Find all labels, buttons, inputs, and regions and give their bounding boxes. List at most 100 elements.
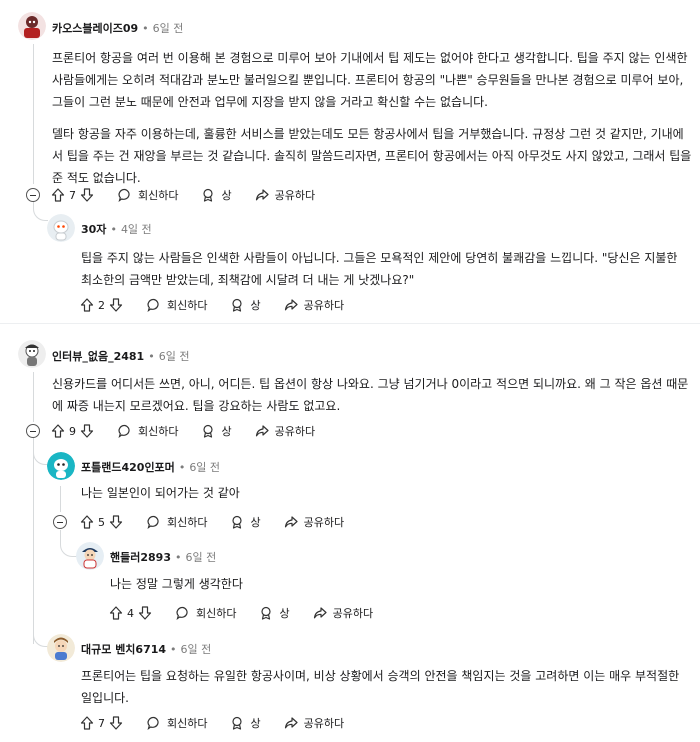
timestamp[interactable]: 6일 전 [153,20,184,36]
award-icon [258,605,274,621]
share-button[interactable]: 공유하다 [283,715,344,731]
comment-body: 나는 일본인이 되어가는 것 같아 [81,482,689,504]
thread-line[interactable] [33,372,34,422]
thread-branch [33,448,48,465]
comment-actions: 5 회신하다 상 공유하다 [79,512,344,532]
thread-line[interactable] [33,44,34,184]
avatar[interactable] [76,542,104,570]
reply-button[interactable]: 회신하다 [146,514,207,530]
award-button[interactable]: 상 [200,423,232,439]
award-label: 상 [250,516,261,529]
comment-paragraph: 나는 일본인이 되어가는 것 같아 [81,486,240,500]
timestamp[interactable]: 4일 전 [121,221,152,237]
collapse-thread-button[interactable] [53,515,67,529]
award-label: 상 [250,717,261,730]
vote-count: 7 [98,716,105,730]
reply-button[interactable]: 회신하다 [146,715,207,731]
timestamp[interactable]: 6일 전 [185,549,216,565]
reply-button[interactable]: 회신하다 [146,297,207,313]
comment-body: 프론티어 항공을 여러 번 이용해 본 경험으로 미루어 보아 기내에서 팁 제… [52,47,692,189]
share-icon [312,605,328,621]
thread-branch [60,530,77,557]
upvote-icon[interactable] [108,605,124,621]
comment-bubble-icon [117,187,133,203]
thread-branch [33,200,48,221]
collapse-thread-button[interactable] [26,424,40,438]
comment-paragraph: 프론티어 항공을 여러 번 이용해 본 경험으로 미루어 보아 기내에서 팁 제… [52,51,688,109]
share-label: 공유하다 [332,607,374,620]
avatar[interactable] [47,634,75,662]
upvote-icon[interactable] [79,514,95,530]
award-icon [229,514,245,530]
upvote-icon[interactable] [79,297,95,313]
share-icon [283,715,299,731]
share-button[interactable]: 공유하다 [283,297,344,313]
share-button[interactable]: 공유하다 [254,423,315,439]
downvote-icon[interactable] [108,514,124,530]
timestamp[interactable]: 6일 전 [181,641,212,657]
avatar[interactable] [47,214,75,242]
downvote-icon[interactable] [108,297,124,313]
award-button[interactable]: 상 [229,297,261,313]
separator-dot: • [178,460,186,474]
comment-bubble-icon [117,423,133,439]
username[interactable]: 30자 [81,221,106,237]
comment-paragraph: 델타 항공을 자주 이용하는데, 훌륭한 서비스를 받았는데도 모든 항공사에서… [52,127,692,185]
downvote-icon[interactable] [108,715,124,731]
downvote-icon[interactable] [79,423,95,439]
separator-dot: • [110,222,117,236]
avatar[interactable] [47,452,75,480]
award-icon [200,187,216,203]
comment-body: 프론티어는 팁을 요청하는 유일한 항공사이며, 비상 상황에서 승객의 안전을… [81,665,689,709]
share-icon [283,297,299,313]
comment-actions: 2 회신하다 상 공유하다 [79,295,344,315]
comment-paragraph: 팁을 주지 않는 사람들은 인색한 사람들이 아닙니다. 그들은 모욕적인 제안… [81,251,678,287]
share-label: 공유하다 [303,717,345,730]
vote-count: 2 [98,298,105,312]
share-button[interactable]: 공유하다 [254,187,315,203]
thread-line[interactable] [33,438,34,644]
award-button[interactable]: 상 [258,605,290,621]
username[interactable]: 대규모 벤치6714 [81,641,166,657]
thread-line[interactable] [60,486,61,512]
reply-button[interactable]: 회신하다 [175,605,236,621]
share-button[interactable]: 공유하다 [312,605,373,621]
comment-bubble-icon [175,605,191,621]
reply-label: 회신하다 [138,425,179,438]
upvote-icon[interactable] [50,423,66,439]
share-button[interactable]: 공유하다 [283,514,344,530]
reply-button[interactable]: 회신하다 [117,423,178,439]
comment-bubble-icon [146,514,162,530]
timestamp[interactable]: 6일 전 [159,348,190,364]
comment-paragraph: 프론티어는 팁을 요청하는 유일한 항공사이며, 비상 상황에서 승객의 안전을… [81,669,680,705]
share-label: 공유하다 [274,189,316,202]
comment-paragraph: 나는 정말 그렇게 생각한다 [110,577,243,591]
avatar[interactable] [18,340,46,368]
vote-count: 4 [127,606,134,620]
downvote-icon[interactable] [137,605,153,621]
award-label: 상 [221,425,232,438]
downvote-icon[interactable] [79,187,95,203]
award-button[interactable]: 상 [229,514,261,530]
timestamp[interactable]: 6일 전 [189,459,220,475]
comment-body: 나는 정말 그렇게 생각한다 [110,573,690,595]
upvote-icon[interactable] [50,187,66,203]
username[interactable]: 카오스블레이즈09 [52,20,138,36]
avatar[interactable] [18,12,46,40]
award-label: 상 [221,189,232,202]
comment-body: 팁을 주지 않는 사람들은 인색한 사람들이 아닙니다. 그들은 모욕적인 제안… [81,247,689,291]
upvote-icon[interactable] [79,715,95,731]
separator-dot: • [142,21,149,35]
vote-count: 9 [69,424,76,438]
username[interactable]: 인터뷰_없음_2481 [52,348,144,364]
username[interactable]: 핸들러2893 [110,549,171,565]
award-button[interactable]: 상 [229,715,261,731]
collapse-thread-button[interactable] [26,188,40,202]
share-icon [283,514,299,530]
award-button[interactable]: 상 [200,187,232,203]
comment-bubble-icon [146,297,162,313]
username[interactable]: 포틀랜드420인포머 [81,459,175,475]
reply-button[interactable]: 회신하다 [117,187,178,203]
separator-dot: • [174,550,182,564]
comment-body: 신용카드를 어디서든 쓰면, 아니, 어디든. 팁 옵션이 항상 나와요. 그냥… [52,373,692,417]
